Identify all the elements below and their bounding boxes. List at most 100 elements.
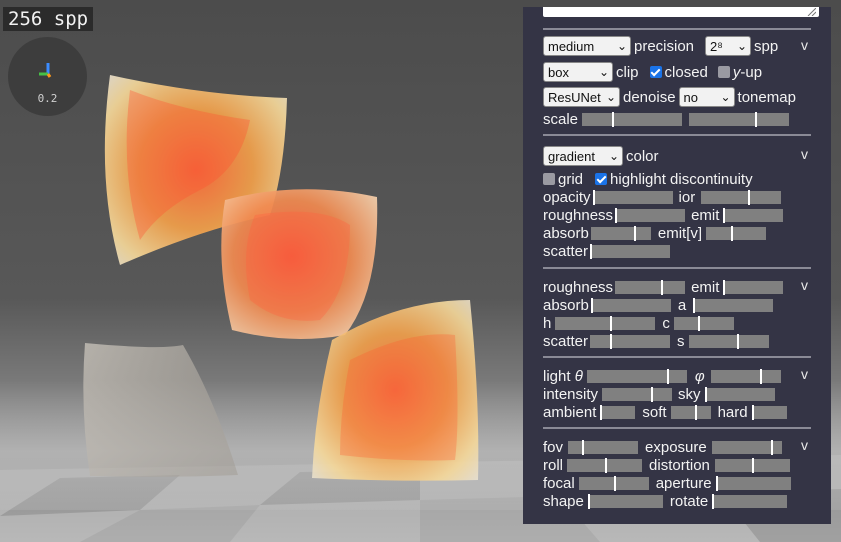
scale-slider-2[interactable] xyxy=(689,111,790,127)
collapse-toggle-render[interactable]: v xyxy=(801,37,808,53)
chevron-down-icon: ⌄ xyxy=(598,65,609,79)
spp-select[interactable]: 2⁸ ⌄ xyxy=(705,36,752,56)
slider-handle[interactable] xyxy=(604,457,607,473)
roll-slider[interactable] xyxy=(567,457,643,473)
medium-roughness-slider[interactable] xyxy=(615,279,686,295)
roughness-slider[interactable] xyxy=(615,207,686,223)
rotate-slider[interactable] xyxy=(712,493,788,509)
slider-handle[interactable] xyxy=(613,475,616,491)
tonemap-label: tonemap xyxy=(737,88,796,106)
light-theta-slider[interactable] xyxy=(586,368,687,384)
slider-handle[interactable] xyxy=(590,243,593,259)
highlight-checkbox[interactable] xyxy=(595,173,608,185)
a-slider[interactable] xyxy=(693,297,774,313)
tonemap-select[interactable]: no ⌄ xyxy=(678,87,735,107)
h-slider[interactable] xyxy=(555,315,656,331)
slider-handle[interactable] xyxy=(590,297,593,313)
distortion-label: distortion xyxy=(649,456,710,474)
slider-handle[interactable] xyxy=(661,279,664,295)
collapse-toggle-medium[interactable]: v xyxy=(801,277,808,293)
slider-handle[interactable] xyxy=(697,315,700,331)
opacity-slider[interactable] xyxy=(592,189,673,205)
slider-handle[interactable] xyxy=(736,333,739,349)
collapse-toggle-material[interactable]: v xyxy=(801,146,808,162)
orientation-gizmo[interactable]: 0.2 xyxy=(8,37,87,116)
slider-handle[interactable] xyxy=(759,368,762,384)
slider-handle[interactable] xyxy=(752,457,755,473)
emit-slider[interactable] xyxy=(723,207,784,223)
slider-handle[interactable] xyxy=(747,189,750,205)
slider-handle[interactable] xyxy=(693,297,696,313)
ior-slider[interactable] xyxy=(701,189,782,205)
absorb-slider[interactable] xyxy=(590,225,651,241)
shape-label: shape xyxy=(543,492,584,510)
grid-checkbox[interactable] xyxy=(543,173,555,185)
color-select[interactable]: gradient ⌄ xyxy=(543,146,623,166)
slider-handle[interactable] xyxy=(582,439,585,455)
theta-symbol: θ xyxy=(574,367,583,385)
slider-handle[interactable] xyxy=(751,404,754,420)
collapse-toggle-light[interactable]: v xyxy=(801,366,808,382)
light-phi-slider[interactable] xyxy=(710,368,781,384)
clip-select[interactable]: box ⌄ xyxy=(543,62,613,82)
chevron-down-icon: ⌄ xyxy=(736,39,748,53)
slider-handle[interactable] xyxy=(731,225,734,241)
fov-label: fov xyxy=(543,438,564,456)
focal-label: focal xyxy=(543,474,575,492)
slider-handle[interactable] xyxy=(612,111,615,127)
precision-select[interactable]: medium ⌄ xyxy=(543,36,631,56)
medium-scatter-slider[interactable] xyxy=(590,333,671,349)
slider-handle[interactable] xyxy=(715,475,718,491)
slider-handle[interactable] xyxy=(723,207,726,223)
s-label: s xyxy=(677,332,685,350)
slider-handle[interactable] xyxy=(610,333,613,349)
slider-handle[interactable] xyxy=(587,493,590,509)
slider-handle[interactable] xyxy=(712,493,715,509)
slider-handle[interactable] xyxy=(704,386,707,402)
slider-handle[interactable] xyxy=(755,111,758,127)
s-slider[interactable] xyxy=(688,333,769,349)
slider-handle[interactable] xyxy=(615,207,618,223)
c-slider[interactable] xyxy=(673,315,734,331)
sky-slider[interactable] xyxy=(704,386,775,402)
ambient-slider[interactable] xyxy=(600,404,636,420)
emit-v-slider[interactable] xyxy=(706,225,767,241)
scale-slider-1[interactable] xyxy=(582,111,683,127)
aperture-label: aperture xyxy=(655,474,712,492)
collapse-toggle-camera[interactable]: v xyxy=(801,437,808,453)
slider-handle[interactable] xyxy=(592,189,595,205)
grid-label: grid xyxy=(558,170,584,188)
resize-handle-icon[interactable] xyxy=(806,8,816,16)
medium-absorb-slider[interactable] xyxy=(590,297,671,313)
denoise-select[interactable]: ResUNet ⌄ xyxy=(543,87,620,107)
scale-label: scale xyxy=(543,110,579,128)
closed-checkbox[interactable] xyxy=(649,66,662,78)
scatter-slider[interactable] xyxy=(590,243,671,259)
slider-handle[interactable] xyxy=(600,404,603,420)
yup-checkbox[interactable] xyxy=(717,66,730,78)
slider-handle[interactable] xyxy=(771,439,774,455)
slider-handle[interactable] xyxy=(651,386,654,402)
slider-handle[interactable] xyxy=(634,225,637,241)
focal-slider[interactable] xyxy=(578,475,649,491)
slider-handle[interactable] xyxy=(723,279,726,295)
slider-handle[interactable] xyxy=(666,368,669,384)
ior-label: ior xyxy=(678,188,696,206)
divider xyxy=(543,28,811,30)
slider-handle[interactable] xyxy=(610,315,613,331)
expression-textarea[interactable] xyxy=(543,7,819,17)
distortion-slider[interactable] xyxy=(714,457,790,473)
slider-handle[interactable] xyxy=(694,404,697,420)
medium-emit-slider[interactable] xyxy=(723,279,784,295)
closed-label: closed xyxy=(664,63,708,81)
emit-label: emit xyxy=(691,206,720,224)
fov-slider[interactable] xyxy=(568,439,639,455)
yup-label: y-up xyxy=(733,64,762,81)
shape-slider[interactable] xyxy=(587,493,663,509)
exposure-slider[interactable] xyxy=(711,439,782,455)
aperture-slider[interactable] xyxy=(715,475,791,491)
opacity-label: opacity xyxy=(543,188,591,206)
soft-slider[interactable] xyxy=(670,404,711,420)
intensity-slider[interactable] xyxy=(602,386,673,402)
hard-slider[interactable] xyxy=(751,404,787,420)
